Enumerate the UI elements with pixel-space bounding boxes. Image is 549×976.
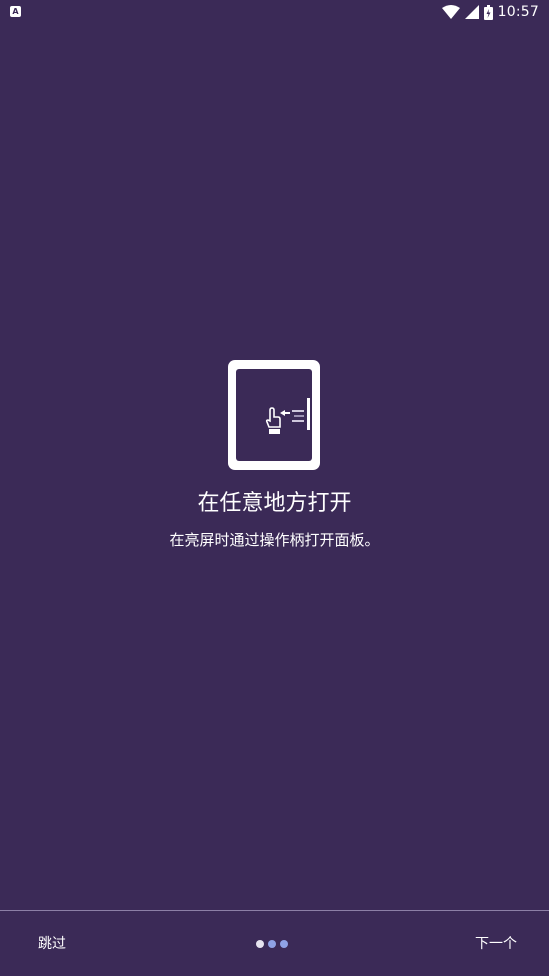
signal-icon: [464, 5, 479, 19]
onboarding-subtitle: 在亮屏时通过操作柄打开面板。: [169, 531, 380, 549]
page-dot-1: [256, 940, 264, 948]
skip-button[interactable]: 跳过: [26, 926, 78, 962]
wifi-icon: [441, 5, 460, 19]
clock: 10:57: [497, 4, 539, 20]
next-button[interactable]: 下一个: [463, 926, 529, 962]
page-indicator: [256, 939, 296, 949]
page-dot-3: [280, 940, 288, 948]
status-icons: 10:57: [441, 3, 539, 21]
page-dot-2: [268, 940, 276, 948]
footer-divider: [0, 910, 549, 911]
screen: A 10:57 在任意地方打开 在亮屏时通过操作柄打开面板。 跳过 下一个: [0, 0, 549, 976]
a-icon: A: [10, 6, 21, 17]
onboarding-title: 在任意地方打开: [197, 491, 352, 516]
status-bar: A 10:57: [0, 0, 549, 24]
battery-icon: [483, 4, 493, 20]
tablet-swipe-handle-icon: [228, 360, 320, 470]
